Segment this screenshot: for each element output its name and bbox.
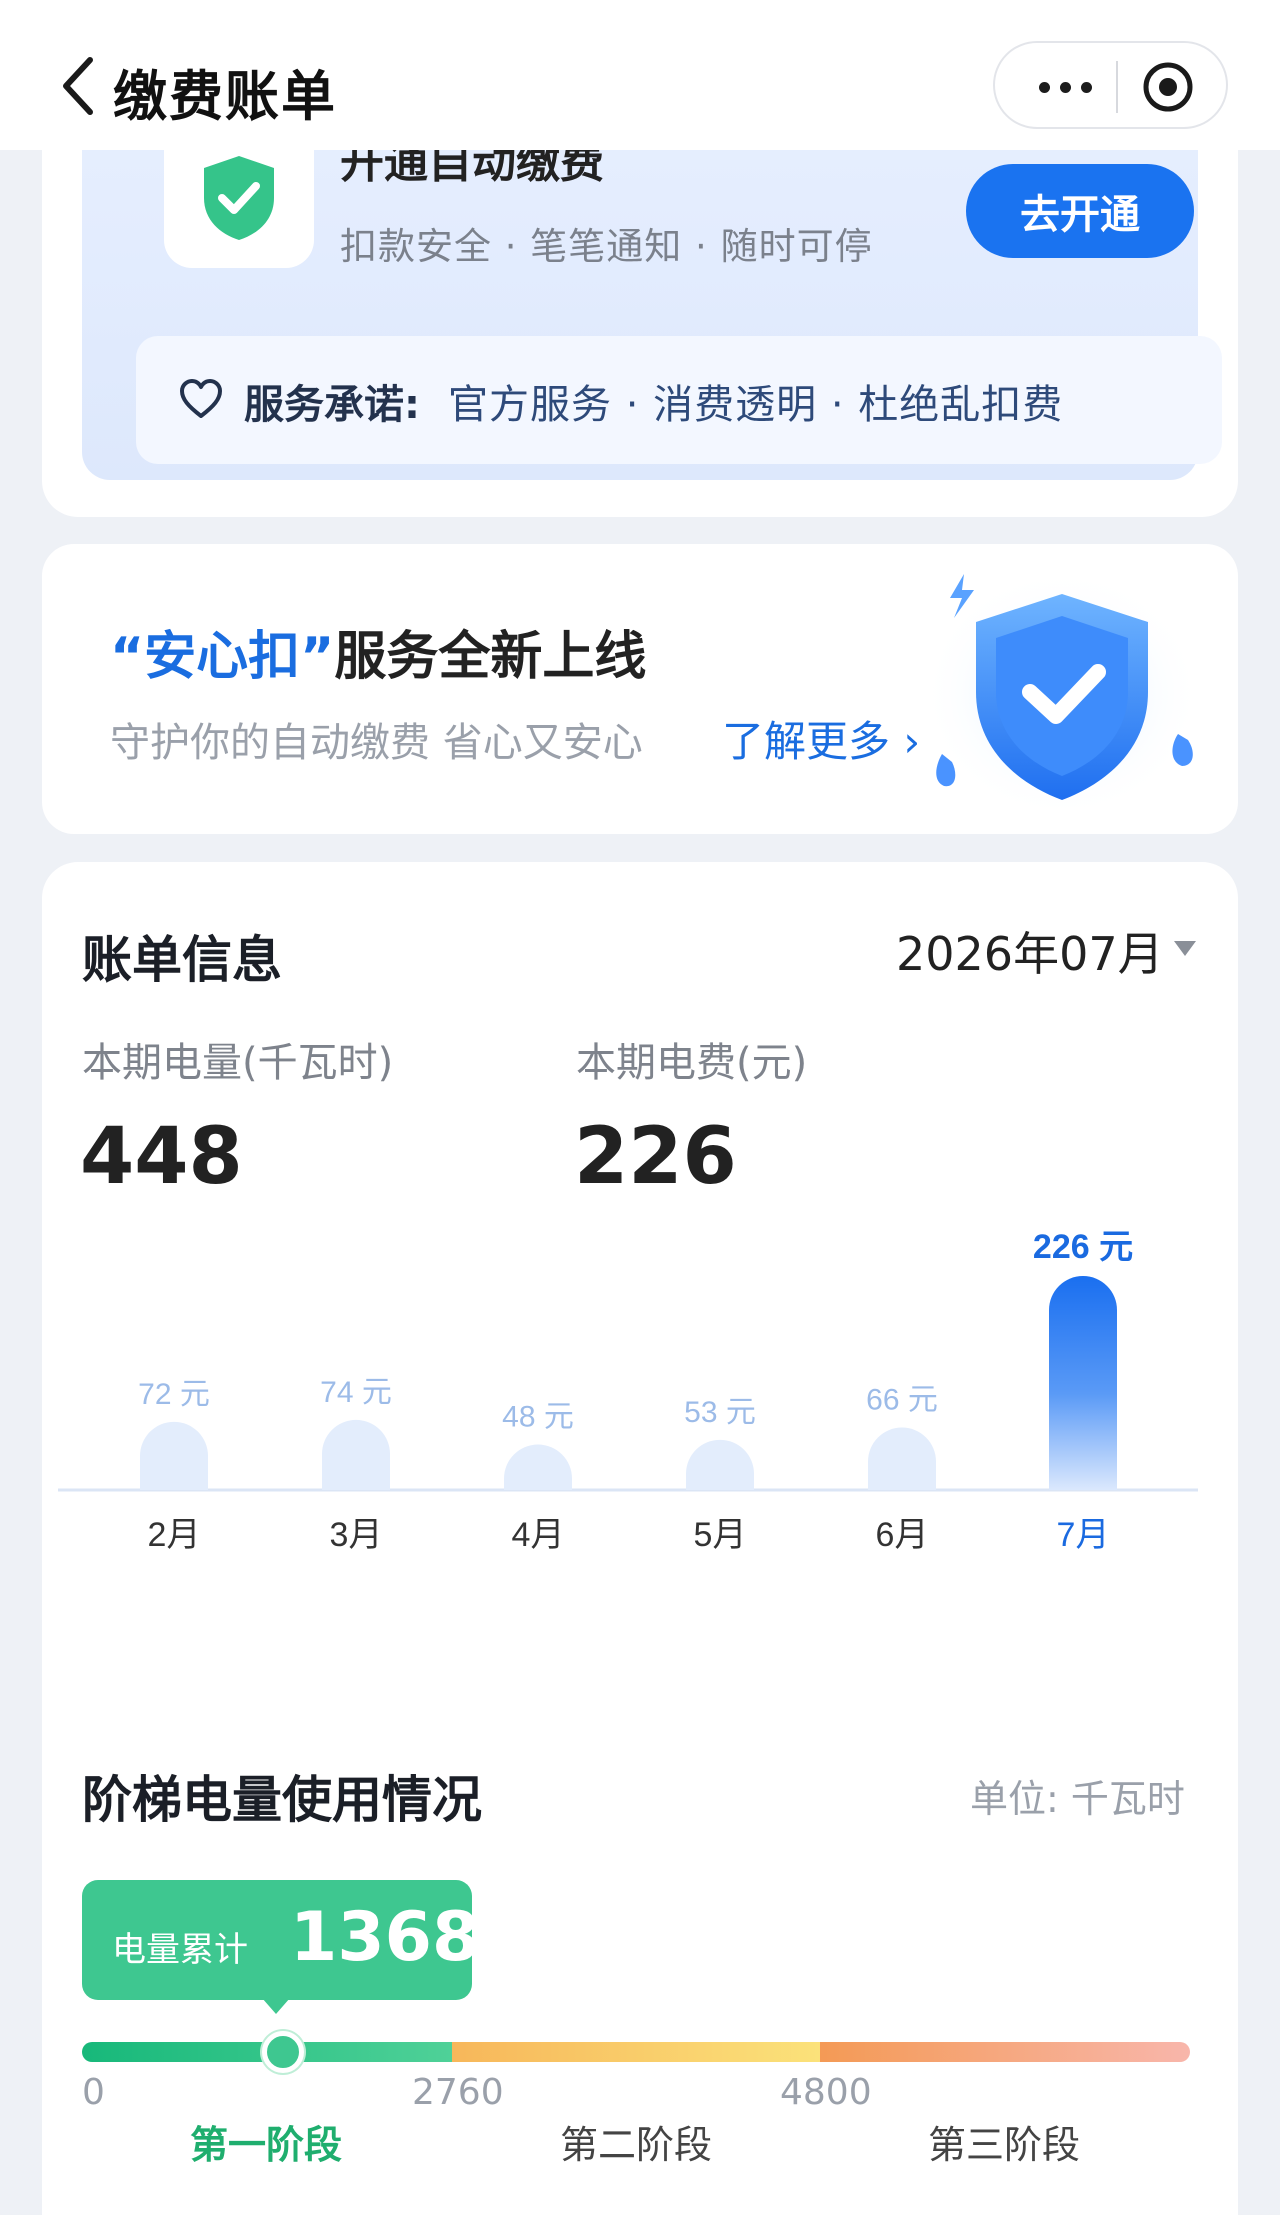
- fee-label: 本期电费(元): [576, 1040, 808, 1086]
- tier-progress-knob: [262, 2031, 304, 2073]
- chart-category-label[interactable]: 2月: [148, 1516, 201, 1554]
- chart-category-label[interactable]: 5月: [694, 1516, 747, 1554]
- chart-data-label: 53 元: [684, 1396, 756, 1429]
- tier-tick-0: 0: [82, 2072, 105, 2113]
- tier-segment-2: [452, 2042, 820, 2062]
- tier-tick-1: 2760: [412, 2072, 504, 2113]
- nav-header: 缴费账单: [0, 0, 1280, 150]
- chevron-left-icon[interactable]: [58, 54, 98, 118]
- chart-category-label[interactable]: 3月: [330, 1516, 383, 1554]
- chart-data-label: 226 元: [1033, 1228, 1133, 1266]
- tier-stage-3: 第三阶段: [928, 2123, 1081, 2167]
- promo-title-rest: 服务全新上线: [334, 627, 647, 687]
- chart-category-label[interactable]: 4月: [512, 1516, 565, 1554]
- chart-bar[interactable]: [686, 1439, 754, 1490]
- chart-data-label: 72 元: [138, 1378, 210, 1411]
- service-promise-bar: 服务承诺: 官方服务 · 消费透明 · 杜绝乱扣费: [136, 336, 1222, 464]
- badge-pointer: [262, 1998, 290, 2014]
- tier-section-title: 阶梯电量使用情况: [82, 1771, 482, 1829]
- chart-bar[interactable]: [140, 1421, 208, 1490]
- caret-down-icon[interactable]: [1172, 938, 1198, 958]
- month-selector[interactable]: 2026年07月: [896, 918, 1164, 984]
- anxin-promo-card[interactable]: “安心扣”服务全新上线 守护你的自动缴费 省心又安心 了解更多 ›: [42, 544, 1238, 834]
- blue-shield-icon: [922, 569, 1202, 819]
- chart-data-label: 66 元: [866, 1384, 938, 1417]
- tier-tick-2: 4800: [780, 2072, 872, 2113]
- tier-unit-label: 单位: 千瓦时: [970, 1777, 1185, 1821]
- tier-stage-1: 第一阶段: [190, 2123, 343, 2167]
- chart-bar[interactable]: [322, 1419, 390, 1490]
- heart-icon: [180, 379, 222, 418]
- learn-more-link[interactable]: 了解更多 ›: [722, 708, 920, 769]
- fee-value: 226: [574, 1112, 737, 1202]
- kwh-value: 448: [80, 1112, 243, 1202]
- cumulative-usage-label: 电量累计: [112, 1930, 248, 1970]
- chart-category-label[interactable]: 7月: [1057, 1516, 1110, 1554]
- mini-program-capsule: [993, 41, 1228, 129]
- bill-section-title: 账单信息: [82, 931, 282, 989]
- page-title: 缴费账单: [113, 65, 337, 128]
- promo-title: “安心扣”服务全新上线: [110, 614, 646, 689]
- bill-info-card: 账单信息 2026年07月 本期电量(千瓦时) 本期电费(元) 448 226 …: [42, 862, 1238, 2215]
- chart-bar[interactable]: [504, 1444, 572, 1490]
- promo-title-highlight: “安心扣”: [110, 627, 335, 687]
- shield-check-icon: [204, 156, 274, 240]
- open-auto-pay-button[interactable]: 去开通: [966, 164, 1194, 258]
- target-circle-icon[interactable]: [1141, 60, 1195, 114]
- chart-data-label: 48 元: [502, 1401, 574, 1434]
- more-dots-icon[interactable]: [1025, 65, 1105, 109]
- cumulative-usage-value: 1368: [290, 1898, 472, 1977]
- chart-category-label[interactable]: 6月: [876, 1516, 929, 1554]
- kwh-label: 本期电量(千瓦时): [82, 1040, 394, 1086]
- tier-segment-3: [820, 2042, 1190, 2062]
- auto-pay-subtitle: 扣款安全 · 笔笔通知 · 随时可停: [340, 225, 873, 268]
- promo-subtitle: 守护你的自动缴费 省心又安心: [110, 720, 643, 766]
- tier-stage-2: 第二阶段: [560, 2123, 713, 2167]
- chart-data-label: 74 元: [320, 1376, 392, 1409]
- cumulative-usage-badge: 电量累计 1368: [82, 1880, 472, 2000]
- promise-text: 官方服务 · 消费透明 · 杜绝乱扣费: [448, 382, 1064, 428]
- tier-progress-track: [82, 2042, 1228, 2062]
- capsule-divider: [1116, 61, 1118, 113]
- promise-label: 服务承诺:: [244, 382, 420, 428]
- chart-bar[interactable]: [1049, 1276, 1117, 1490]
- chart-bar[interactable]: [868, 1427, 936, 1490]
- monthly-fee-chart: 72 元 2月 74 元 3月 48 元 4月 53 元 5月 66 元 6月 226 元 7月: [58, 1228, 1198, 1554]
